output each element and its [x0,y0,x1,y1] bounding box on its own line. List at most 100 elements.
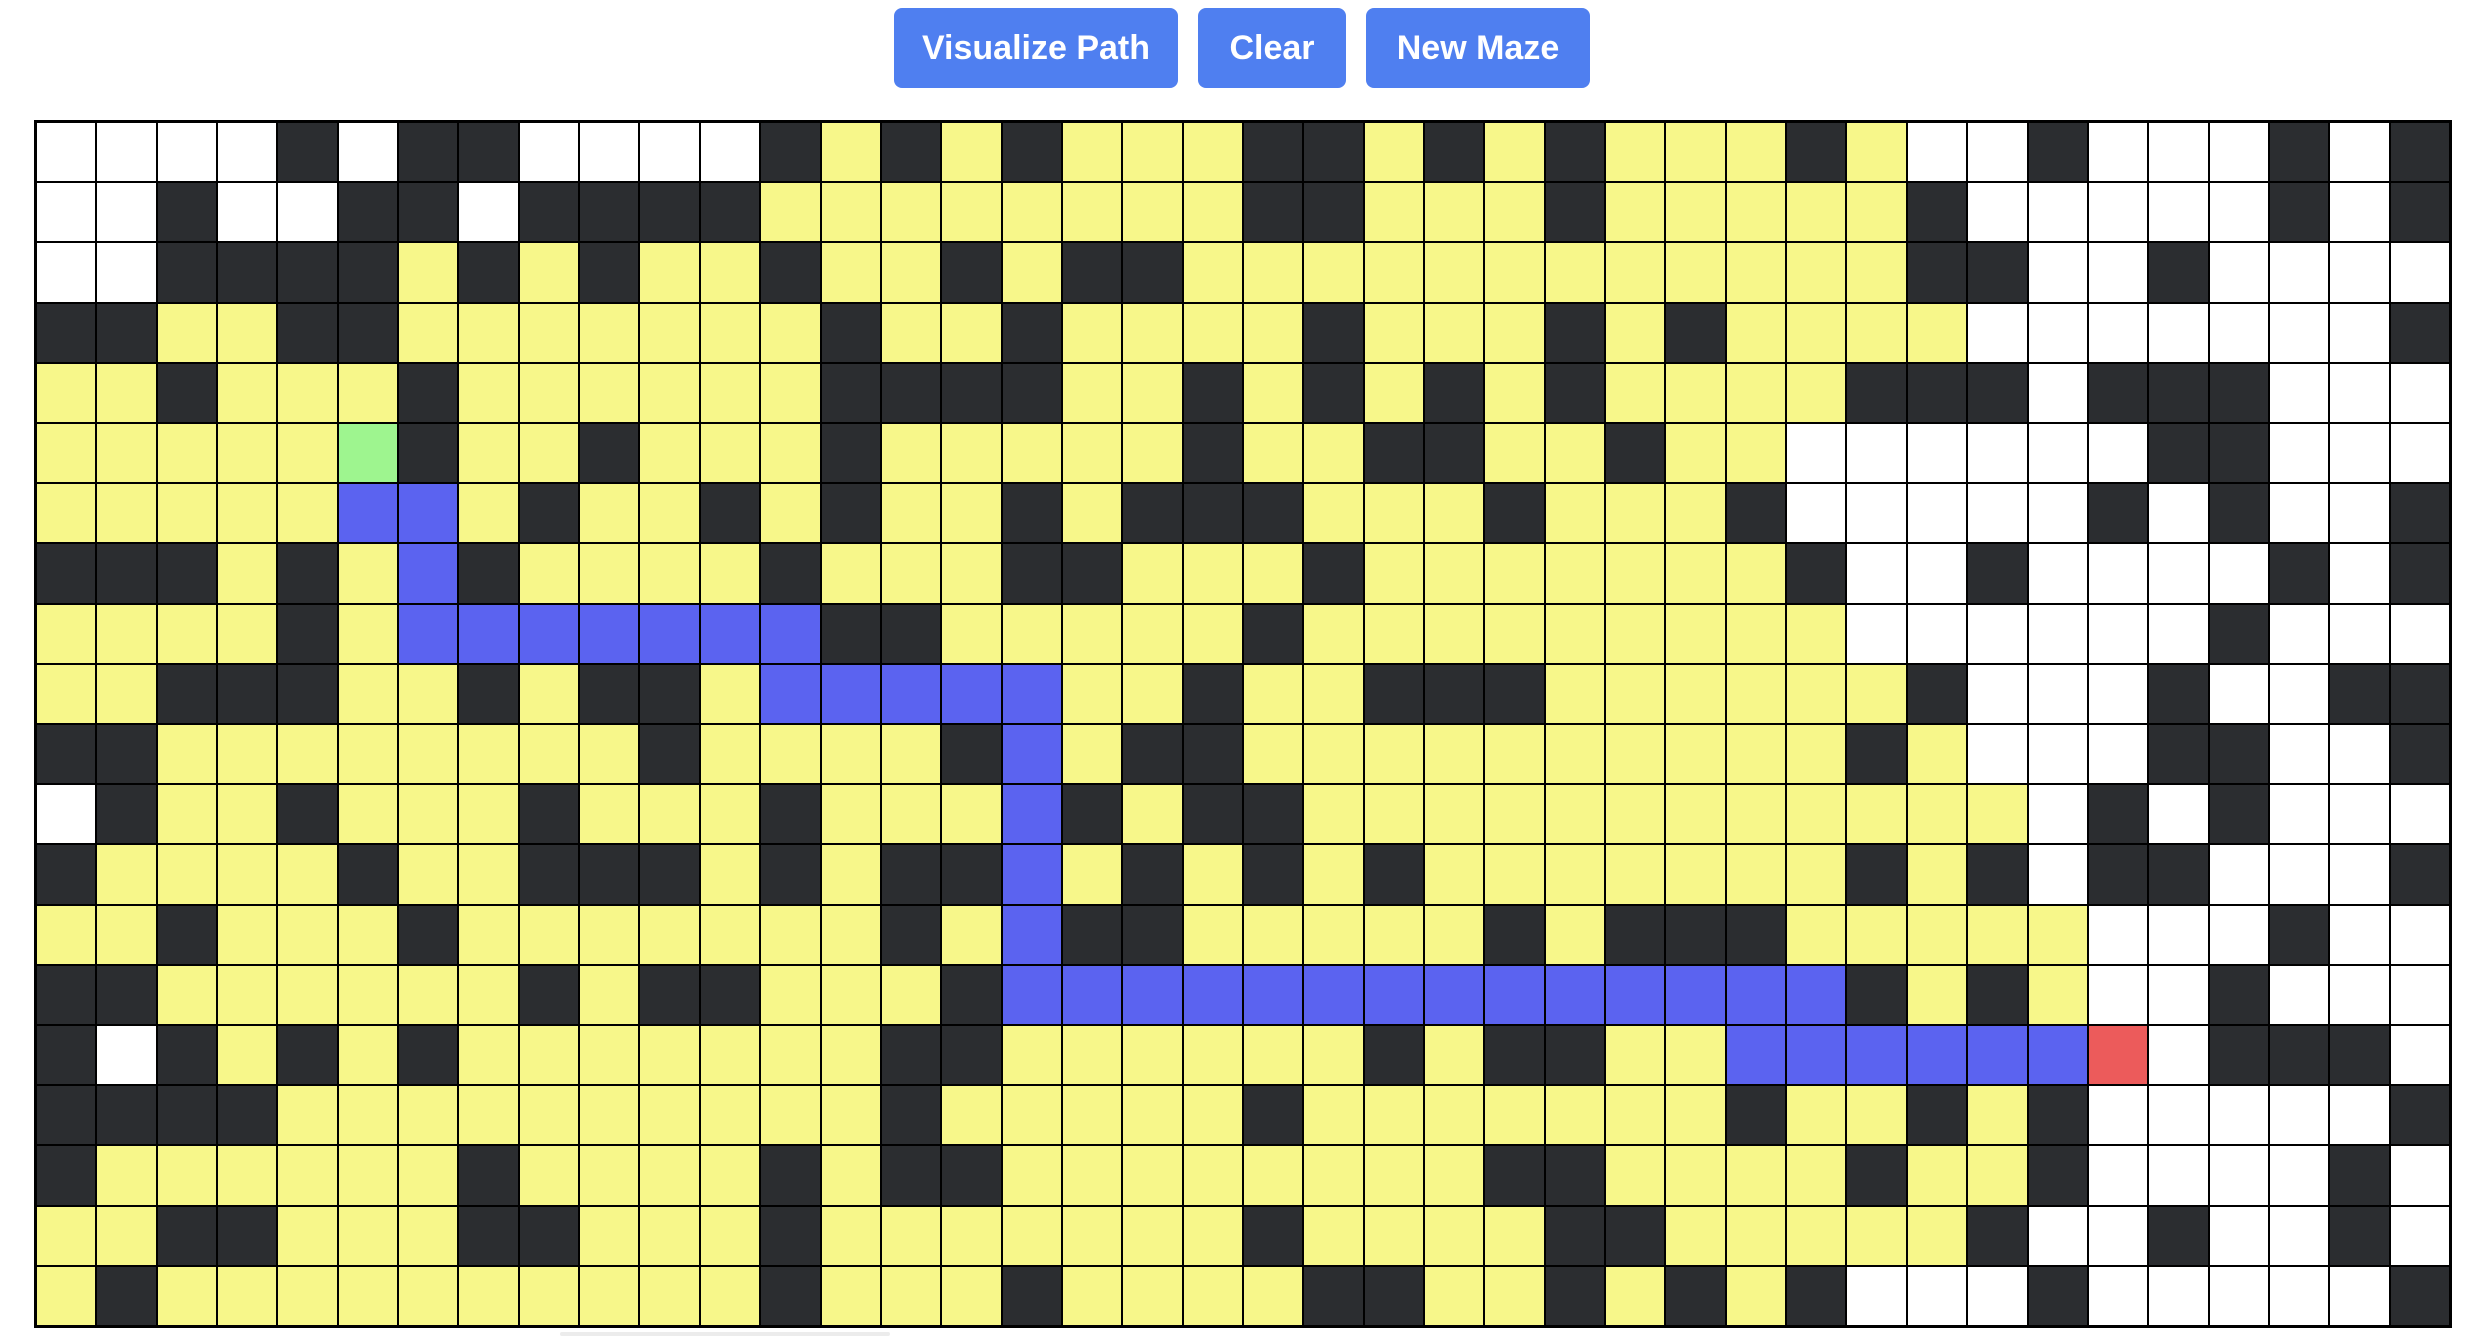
path-cell[interactable] [518,603,580,664]
wall-cell[interactable] [156,1085,218,1146]
wall-cell[interactable] [1424,663,1485,724]
visited-cell[interactable] [1182,302,1243,363]
visited-cell[interactable] [1122,663,1183,724]
wall-cell[interactable] [941,844,1002,905]
wall-cell[interactable] [2389,483,2450,544]
visited-cell[interactable] [1786,242,1847,303]
wall-cell[interactable] [2148,242,2209,303]
path-cell[interactable] [760,603,821,664]
visited-cell[interactable] [1665,844,1726,905]
empty-cell[interactable] [2268,663,2330,724]
visited-cell[interactable] [1424,724,1485,785]
wall-cell[interactable] [1967,844,2028,905]
empty-cell[interactable] [2027,1205,2088,1266]
visited-cell[interactable] [36,362,97,423]
visited-cell[interactable] [1605,483,1666,544]
wall-cell[interactable] [277,603,338,664]
visited-cell[interactable] [1182,1085,1243,1146]
wall-cell[interactable] [579,844,640,905]
wall-cell[interactable] [579,423,640,484]
empty-cell[interactable] [2268,1265,2330,1326]
scrollbar[interactable] [560,1332,890,1336]
visited-cell[interactable] [156,724,218,785]
wall-cell[interactable] [36,1025,97,1086]
wall-cell[interactable] [1242,182,1304,243]
empty-cell[interactable] [2148,122,2209,183]
visited-cell[interactable] [458,483,519,544]
visited-cell[interactable] [96,483,157,544]
visited-cell[interactable] [1122,423,1183,484]
visited-cell[interactable] [941,182,1002,243]
visited-cell[interactable] [1122,1085,1183,1146]
wall-cell[interactable] [1424,362,1485,423]
wall-cell[interactable] [1363,663,1425,724]
visited-cell[interactable] [639,904,700,965]
visited-cell[interactable] [1303,1145,1364,1206]
visited-cell[interactable] [277,1145,338,1206]
visited-cell[interactable] [639,423,700,484]
empty-cell[interactable] [1906,543,1968,604]
empty-cell[interactable] [2087,1085,2149,1146]
empty-cell[interactable] [2268,423,2330,484]
visited-cell[interactable] [1001,423,1062,484]
visited-cell[interactable] [639,1025,700,1086]
visited-cell[interactable] [579,543,640,604]
empty-cell[interactable] [2389,362,2450,423]
visited-cell[interactable] [1605,1145,1666,1206]
start-cell[interactable] [337,423,399,484]
visited-cell[interactable] [398,1145,459,1206]
visited-cell[interactable] [1242,1265,1304,1326]
wall-cell[interactable] [880,904,942,965]
wall-cell[interactable] [398,423,459,484]
empty-cell[interactable] [96,182,157,243]
visited-cell[interactable] [217,483,278,544]
empty-cell[interactable] [2389,904,2450,965]
visited-cell[interactable] [1061,663,1123,724]
empty-cell[interactable] [2087,964,2149,1025]
visited-cell[interactable] [96,1205,157,1266]
visited-cell[interactable] [1303,1205,1364,1266]
empty-cell[interactable] [2208,904,2269,965]
visited-cell[interactable] [1725,724,1787,785]
wall-cell[interactable] [518,182,580,243]
visited-cell[interactable] [1725,182,1787,243]
visited-cell[interactable] [1605,1025,1666,1086]
visited-cell[interactable] [1665,182,1726,243]
visited-cell[interactable] [639,784,700,845]
empty-cell[interactable] [2027,423,2088,484]
visited-cell[interactable] [1846,904,1907,965]
visited-cell[interactable] [880,964,942,1025]
visited-cell[interactable] [639,1205,700,1266]
visited-cell[interactable] [1605,543,1666,604]
empty-cell[interactable] [2148,543,2209,604]
wall-cell[interactable] [1544,122,1606,183]
visited-cell[interactable] [217,603,278,664]
empty-cell[interactable] [2148,483,2209,544]
wall-cell[interactable] [1605,423,1666,484]
wall-cell[interactable] [1484,1025,1545,1086]
visited-cell[interactable] [1725,1145,1787,1206]
visited-cell[interactable] [639,242,700,303]
visited-cell[interactable] [760,483,821,544]
visited-cell[interactable] [36,904,97,965]
visited-cell[interactable] [699,1025,761,1086]
wall-cell[interactable] [398,362,459,423]
empty-cell[interactable] [1846,483,1907,544]
wall-cell[interactable] [1242,784,1304,845]
visited-cell[interactable] [217,784,278,845]
wall-cell[interactable] [1484,663,1545,724]
path-cell[interactable] [398,603,459,664]
empty-cell[interactable] [2208,182,2269,243]
visited-cell[interactable] [1605,1265,1666,1326]
empty-cell[interactable] [2087,182,2149,243]
path-cell[interactable] [1665,964,1726,1025]
visited-cell[interactable] [941,603,1002,664]
visited-cell[interactable] [277,362,338,423]
wall-cell[interactable] [2389,663,2450,724]
visited-cell[interactable] [1424,1205,1485,1266]
visited-cell[interactable] [1061,724,1123,785]
visited-cell[interactable] [1303,1025,1364,1086]
visited-cell[interactable] [699,724,761,785]
visited-cell[interactable] [880,543,942,604]
empty-cell[interactable] [277,182,338,243]
